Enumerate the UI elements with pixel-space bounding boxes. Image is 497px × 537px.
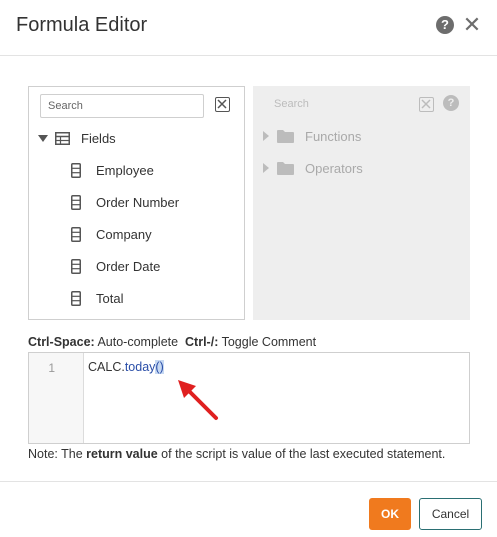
field-item-company[interactable]: Company xyxy=(71,224,152,244)
close-icon[interactable]: ✕ xyxy=(462,14,482,36)
field-label: Total xyxy=(96,290,124,306)
fields-search-input[interactable] xyxy=(40,94,204,118)
field-column-icon xyxy=(71,226,81,242)
note-emphasis: return value xyxy=(86,447,158,461)
return-value-note: Note: The return value of the script is … xyxy=(28,447,445,461)
field-label: Company xyxy=(96,226,152,242)
code-line[interactable]: CALC.today() xyxy=(88,360,164,374)
field-item-total[interactable]: Total xyxy=(71,288,123,308)
tree-item-label: Functions xyxy=(305,128,362,144)
caret-right-icon xyxy=(263,163,269,173)
fields-root-label: Fields xyxy=(81,130,116,146)
fields-tree-root[interactable]: Fields xyxy=(38,128,116,148)
tree-item-label: Operators xyxy=(305,160,363,176)
line-number: 1 xyxy=(48,361,55,375)
field-item-order-number[interactable]: Order Number xyxy=(71,192,179,212)
code-token-parens: () xyxy=(155,360,164,374)
formula-editor-dialog: Formula Editor ? ✕ Fields Employe xyxy=(0,0,497,537)
shortcut-key: Ctrl-/: xyxy=(185,335,219,349)
script-editor[interactable]: 1 CALC.today() xyxy=(28,352,470,444)
field-column-icon xyxy=(71,290,81,306)
tree-item-functions: Functions xyxy=(263,126,361,146)
dialog-header: Formula Editor ? ✕ xyxy=(0,0,497,56)
field-label: Employee xyxy=(96,162,154,178)
field-column-icon xyxy=(71,162,81,178)
field-label: Order Date xyxy=(96,258,161,274)
code-token-object: CALC. xyxy=(88,360,125,374)
table-icon xyxy=(55,131,70,145)
clear-search-icon[interactable] xyxy=(215,97,230,112)
ok-button[interactable]: OK xyxy=(369,498,411,530)
shortcut-desc: Auto-complete xyxy=(94,335,179,349)
field-column-icon xyxy=(71,194,81,210)
shortcut-hints: Ctrl-Space: Auto-complete Ctrl-/: Toggle… xyxy=(28,335,316,349)
clear-search-icon xyxy=(419,97,434,112)
field-item-employee[interactable]: Employee xyxy=(71,160,154,180)
code-token-function: today xyxy=(124,360,156,374)
functions-search-input: Search xyxy=(274,98,309,110)
dialog-title: Formula Editor xyxy=(16,14,148,36)
shortcut-key: Ctrl-Space: xyxy=(28,335,95,349)
functions-panel: Search ? Functions Operators xyxy=(253,86,470,320)
annotation-arrow-icon xyxy=(178,380,218,420)
note-prefix: Note: The xyxy=(28,447,87,461)
caret-right-icon xyxy=(263,131,269,141)
folder-icon xyxy=(277,162,294,175)
line-gutter: 1 xyxy=(29,353,84,443)
field-column-icon xyxy=(71,258,81,274)
folder-icon xyxy=(277,130,294,143)
field-label: Order Number xyxy=(96,194,180,210)
fields-panel: Fields Employee Order Number xyxy=(28,86,245,320)
cancel-button[interactable]: Cancel xyxy=(419,498,482,530)
field-item-order-date[interactable]: Order Date xyxy=(71,256,160,276)
footer-divider xyxy=(0,481,497,482)
help-icon[interactable]: ? xyxy=(436,16,454,34)
note-suffix: of the script is value of the last execu… xyxy=(157,447,446,461)
help-icon: ? xyxy=(443,95,459,111)
tree-item-operators: Operators xyxy=(263,158,363,178)
shortcut-desc: Toggle Comment xyxy=(218,335,317,349)
caret-down-icon[interactable] xyxy=(38,134,48,142)
